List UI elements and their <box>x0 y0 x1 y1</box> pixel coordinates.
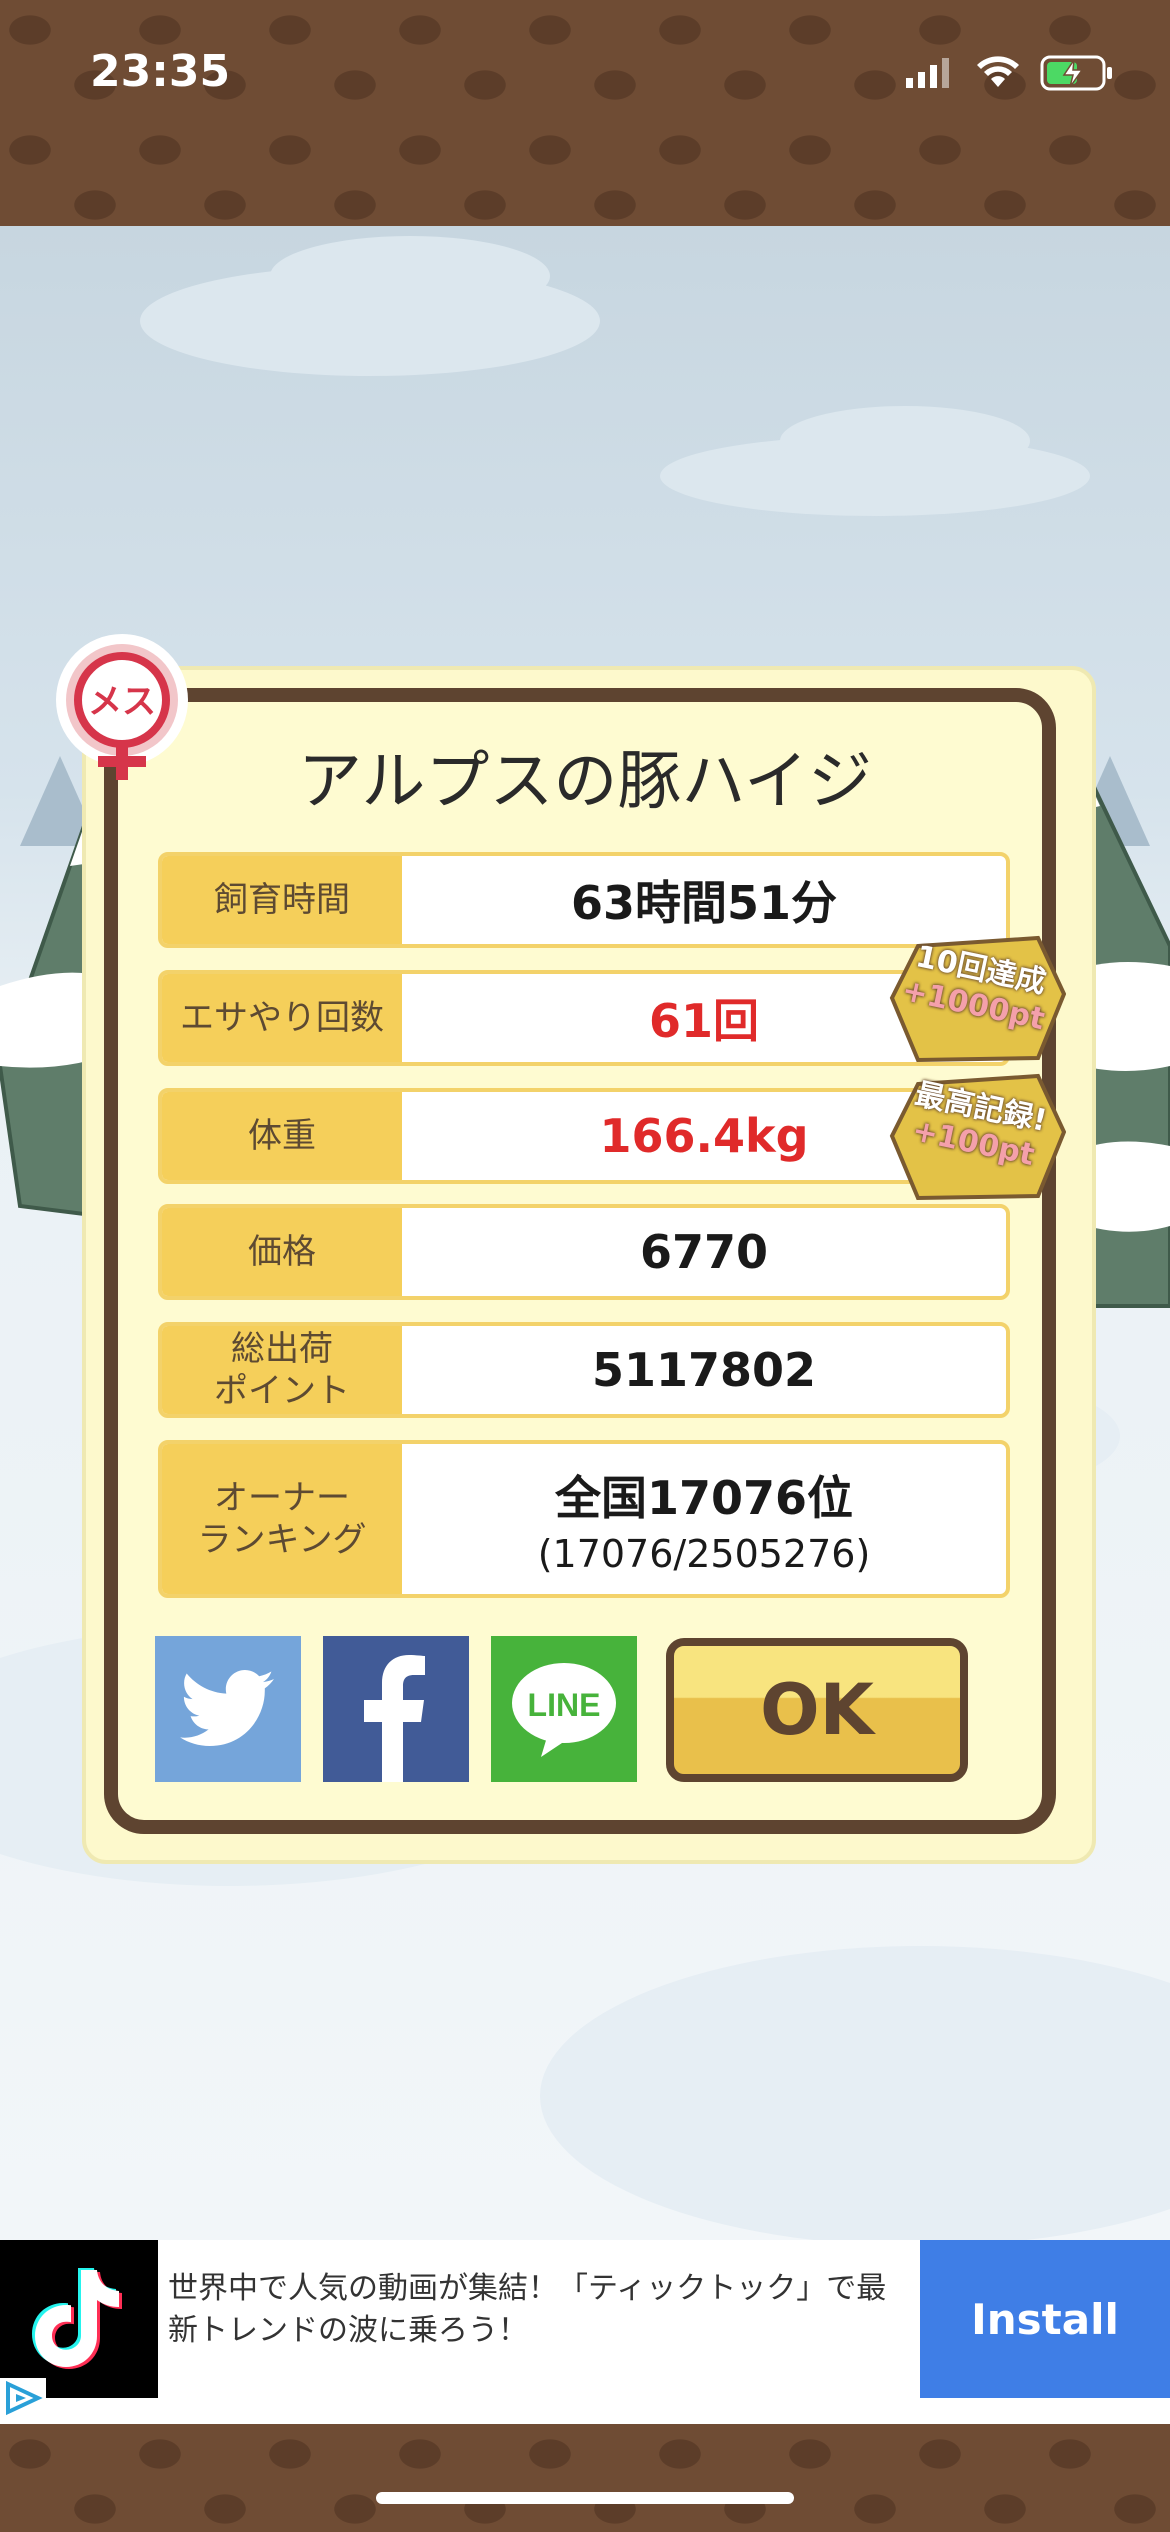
install-button[interactable]: Install <box>920 2240 1170 2398</box>
pig-name-title: アルプスの豚ハイジ <box>297 745 873 819</box>
stat-label: エサやり回数 <box>162 974 402 1062</box>
stat-label: 価格 <box>162 1208 402 1296</box>
line-logo-icon: LINE <box>512 1663 616 1757</box>
stat-label: 飼育時間 <box>162 856 402 944</box>
ad-banner[interactable]: 世界中で人気の動画が集結！「ティックトック」で最新トレンドの波に乗ろう！ Ins… <box>0 2240 1170 2424</box>
stat-row-owner-ranking: オーナー ランキング 全国17076位 (17076/2505276) <box>158 1440 1010 1598</box>
twitter-share-button[interactable] <box>155 1636 301 1782</box>
award-badge-weight: 最高記録! +100pt <box>888 1072 1066 1202</box>
footer-pattern <box>0 2424 1170 2532</box>
cellular-signal-icon <box>906 58 949 88</box>
stat-label: 体重 <box>162 1092 402 1180</box>
stat-row-weight: 体重 166.4kg <box>158 1088 1010 1184</box>
twitter-bird-icon <box>180 1670 275 1746</box>
ranking-detail: (17076/2505276) <box>537 1532 871 1576</box>
adchoices-icon[interactable] <box>0 2378 46 2418</box>
ranking-main: 全国17076位 <box>554 1471 854 1525</box>
stat-value: 5117802 <box>591 1343 817 1397</box>
line-logo-text: LINE <box>528 1687 601 1723</box>
tiktok-app-icon[interactable] <box>0 2240 158 2398</box>
stat-label: 総出荷 ポイント <box>162 1326 402 1414</box>
line-share-button[interactable]: LINE <box>491 1636 637 1782</box>
ad-copy[interactable]: 世界中で人気の動画が集結！「ティックトック」で最新トレンドの波に乗ろう！ <box>168 2268 908 2352</box>
facebook-logo-icon <box>364 1655 425 1782</box>
status-bar: 23:35 <box>0 0 1170 140</box>
stat-value: 63時間51分 <box>570 876 838 930</box>
facebook-share-button[interactable] <box>323 1636 469 1782</box>
ok-button[interactable]: OK <box>666 1638 968 1782</box>
status-time: 23:35 <box>90 46 231 97</box>
stat-value: 6770 <box>639 1225 769 1279</box>
stat-row-price: 価格 6770 <box>158 1204 1010 1300</box>
stat-row-feed-count: エサやり回数 61回 <box>158 970 1010 1066</box>
stat-row-total-points: 総出荷 ポイント 5117802 <box>158 1322 1010 1418</box>
gender-badge-label: メス <box>88 682 156 722</box>
tiktok-note-icon <box>32 2268 122 2369</box>
home-indicator[interactable] <box>376 2492 794 2504</box>
stat-row-raising-time: 飼育時間 63時間51分 <box>158 852 1010 948</box>
award-badge-feed: 10回達成 +1000pt <box>888 934 1066 1064</box>
stat-value: 全国17076位 (17076/2505276) <box>402 1444 1006 1594</box>
wifi-icon <box>977 56 1019 87</box>
stat-label: オーナー ランキング <box>162 1444 402 1594</box>
battery-charging-icon <box>1040 55 1112 91</box>
